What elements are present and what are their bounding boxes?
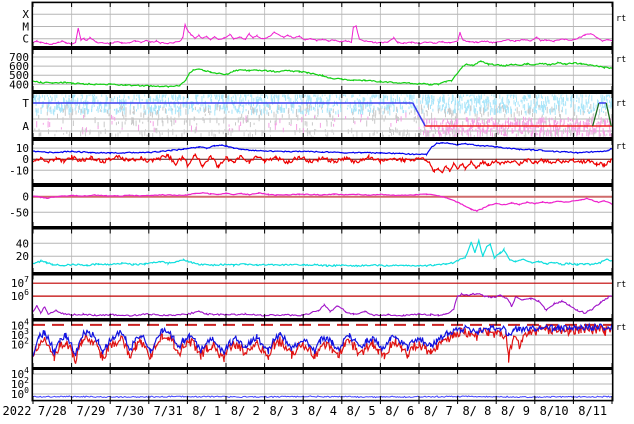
y-tick-label: C — [22, 33, 29, 46]
panel-dst — [32, 187, 613, 226]
proton-flux-line — [32, 292, 613, 317]
x-tick-label: 7/29 — [76, 404, 105, 418]
x-tick-label: 8/10 — [540, 404, 569, 418]
panel-electrons — [32, 321, 613, 367]
panel-bottom — [32, 370, 613, 400]
panel-imf — [32, 141, 613, 183]
panel-separator — [32, 183, 613, 187]
x-tick-label: 7/28 — [38, 404, 67, 418]
x-tick-label: 8/ 6 — [385, 404, 414, 418]
x-tick-label: 8/ 5 — [347, 404, 376, 418]
y-tick-label: -10 — [9, 164, 29, 177]
day-gridlines — [71, 275, 574, 318]
dst-index-line — [32, 191, 613, 213]
x-tick-label: 8/ 7 — [424, 404, 453, 418]
realtime-label: rt — [616, 99, 626, 109]
x-tick-label: 8/ 2 — [231, 404, 260, 418]
x-tick-label: 8/ 9 — [501, 404, 530, 418]
y-tick-label: M — [22, 21, 29, 34]
y-tick-label: A — [22, 120, 29, 133]
y-tick-label: -50 — [9, 206, 29, 219]
realtime-label: rt — [616, 14, 626, 24]
panel-separator — [32, 226, 613, 230]
panel-speed — [32, 50, 613, 90]
day-ticks — [32, 187, 613, 226]
noise-band — [34, 127, 608, 137]
y-tick-label: X — [22, 8, 29, 21]
y-tick-label: 20 — [16, 250, 29, 263]
xray-flux-line — [32, 22, 613, 46]
y-tick-label: 40 — [16, 237, 29, 250]
year-axis-label: 2022 — [3, 404, 32, 418]
x-tick-label: 7/31 — [154, 404, 183, 418]
realtime-label: rt — [616, 55, 626, 65]
panel-separator — [32, 367, 613, 370]
panel-xray — [32, 3, 613, 46]
noise-band — [33, 94, 613, 116]
x-tick-label: 8/ 4 — [308, 404, 337, 418]
day-gridlines — [71, 187, 574, 226]
y-tick-label: 400 — [9, 78, 29, 91]
panel-separator — [32, 272, 613, 276]
panel-separator — [32, 46, 613, 50]
y-tick-label: 0 — [22, 191, 29, 204]
y-tick-label: 106 — [11, 288, 29, 303]
solar-terrestrial-plot: 2022 XMCrt700600500400rtTArt100-10rt0-50… — [0, 0, 634, 424]
day-ticks — [32, 141, 613, 183]
y-tick-label: T — [22, 97, 29, 110]
multi-panel-chart: XMCrt700600500400rtTArt100-10rt0-5040201… — [3, 1, 626, 418]
realtime-label: rt — [616, 280, 626, 290]
x-tick-label: 8/ 3 — [269, 404, 298, 418]
x-tick-label: 8/ 8 — [462, 404, 491, 418]
imf-bt-line — [32, 141, 613, 157]
realtime-label: rt — [616, 323, 626, 333]
x-tick-label: 8/11 — [578, 404, 607, 418]
panel-density — [32, 229, 613, 272]
wind-speed-line — [32, 59, 613, 89]
y-tick-label: 102 — [11, 337, 29, 352]
day-ticks — [32, 275, 613, 318]
background-level-line — [32, 394, 613, 399]
x-tick-label: 7/30 — [115, 404, 144, 418]
panel-status — [32, 94, 613, 137]
realtime-label: rt — [616, 142, 626, 152]
panel-separator — [32, 90, 613, 94]
density-line — [32, 238, 613, 268]
panel-separator — [32, 137, 613, 141]
panel-separator — [32, 318, 613, 322]
y-tick-label: 100 — [11, 386, 29, 401]
x-tick-label: 8/ 1 — [192, 404, 221, 418]
panel-protons — [32, 275, 613, 318]
